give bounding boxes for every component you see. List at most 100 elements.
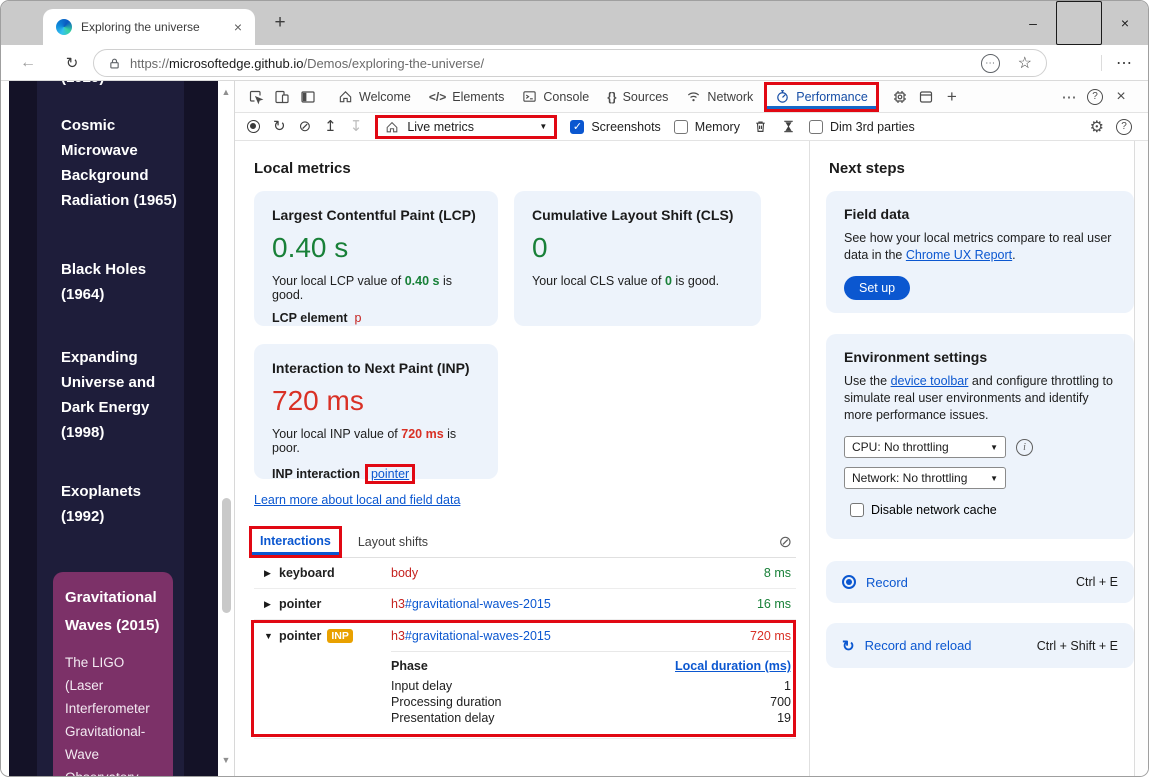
collapse-icon[interactable]: ▼ bbox=[264, 631, 279, 641]
back-button[interactable]: ← bbox=[11, 45, 45, 81]
dim-third-parties-toggle[interactable]: Dim 3rd parties bbox=[809, 120, 915, 134]
toc-item-partial: (1929) bbox=[61, 81, 183, 88]
memory-toggle[interactable]: Memory bbox=[674, 120, 740, 134]
reload-button[interactable]: ↻ bbox=[55, 45, 89, 81]
log-row-pointer[interactable]: ▶ pointer h3#gravitational-waves-2015 16… bbox=[254, 589, 796, 620]
toc-item-exoplanets[interactable]: Exoplanets (1992) bbox=[61, 479, 183, 529]
maximize-button[interactable] bbox=[1056, 1, 1102, 45]
toc-item-cmb[interactable]: Cosmic Microwave Background Radiation (1… bbox=[61, 113, 183, 213]
log-rows: ▶ keyboard body 8 ms ▶ pointer h3#gravit… bbox=[254, 558, 796, 739]
cpu-info-icon[interactable]: i bbox=[1016, 439, 1033, 456]
expand-icon[interactable]: ▶ bbox=[264, 568, 279, 579]
trash-icon[interactable] bbox=[753, 119, 768, 134]
lcp-element-link[interactable]: p bbox=[355, 311, 362, 325]
performance-monitor-icon[interactable] bbox=[887, 84, 913, 110]
tab-welcome[interactable]: Welcome bbox=[329, 81, 420, 113]
disable-cache-checkbox[interactable] bbox=[850, 503, 864, 517]
learn-more-link[interactable]: Learn more about local and field data bbox=[254, 493, 460, 507]
application-panel-icon[interactable] bbox=[913, 84, 939, 110]
tab-performance-label: Performance bbox=[796, 90, 868, 104]
phase-details: Phase Local duration (ms) Input delay1 P… bbox=[254, 651, 796, 739]
live-metrics-label: Live metrics bbox=[407, 120, 474, 134]
chrome-ux-report-link[interactable]: Chrome UX Report bbox=[906, 248, 1012, 262]
disable-cache-toggle[interactable]: Disable network cache bbox=[850, 503, 997, 517]
log-target-link[interactable]: h3#gravitational-waves-2015 bbox=[391, 597, 656, 611]
upload-profile-icon[interactable]: ↥ bbox=[324, 119, 337, 134]
annotation-box-pointer: pointer bbox=[365, 464, 415, 484]
minimize-button[interactable]: – bbox=[1010, 1, 1056, 45]
tab-layout-shifts[interactable]: Layout shifts bbox=[358, 535, 428, 549]
tab-sources[interactable]: {} Sources bbox=[598, 81, 677, 113]
screenshots-checkbox[interactable] bbox=[570, 120, 584, 134]
dock-side-icon[interactable] bbox=[295, 84, 321, 110]
tab-interactions[interactable]: Interactions bbox=[252, 529, 339, 555]
devtools-close-button[interactable]: × bbox=[1108, 84, 1134, 110]
window-close-button[interactable]: × bbox=[1102, 1, 1148, 45]
page-scrollbar-thumb[interactable] bbox=[222, 498, 231, 613]
expand-icon[interactable]: ▶ bbox=[264, 599, 279, 610]
record-and-reload-shortcut: Ctrl + Shift + E bbox=[1037, 639, 1118, 653]
browser-tab[interactable]: Exploring the universe × bbox=[43, 9, 255, 45]
more-tabs-button[interactable]: + bbox=[939, 84, 965, 110]
log-row-keyboard[interactable]: ▶ keyboard body 8 ms bbox=[254, 558, 796, 589]
tab-elements[interactable]: </> Elements bbox=[420, 81, 513, 113]
reload-record-icon[interactable]: ↻ bbox=[273, 119, 286, 134]
url-field[interactable]: https://microsoftedge.github.io/Demos/ex… bbox=[93, 49, 1047, 77]
scrollbar-up-arrow-icon[interactable]: ▲ bbox=[220, 87, 232, 97]
toolbar-help-icon[interactable]: ? bbox=[1116, 119, 1132, 135]
clear-icon[interactable]: ⊘ bbox=[299, 119, 312, 134]
home-icon bbox=[338, 89, 353, 104]
devtools-help-button[interactable]: ? bbox=[1082, 84, 1108, 110]
inp-value: 720 ms bbox=[272, 385, 480, 417]
reload-icon: ↻ bbox=[842, 637, 855, 655]
set-up-button[interactable]: Set up bbox=[844, 276, 910, 300]
device-emulation-icon[interactable] bbox=[269, 84, 295, 110]
chevron-down-icon: ▼ bbox=[990, 474, 998, 483]
local-metrics-heading: Local metrics bbox=[254, 160, 351, 177]
lcp-card: Largest Contentful Paint (LCP) 0.40 s Yo… bbox=[254, 191, 498, 326]
device-toolbar-link[interactable]: device toolbar bbox=[891, 374, 969, 388]
tab-close-icon[interactable]: × bbox=[231, 19, 245, 35]
tab-console[interactable]: Console bbox=[513, 81, 598, 113]
log-target-link[interactable]: h3#gravitational-waves-2015 bbox=[391, 629, 656, 643]
log-type: pointer bbox=[279, 629, 321, 643]
screenshots-toggle[interactable]: Screenshots bbox=[570, 120, 660, 134]
clear-log-icon[interactable]: ⊘ bbox=[779, 532, 792, 552]
log-row-pointer-inp[interactable]: ▼ pointerINP h3#gravitational-waves-2015… bbox=[254, 620, 796, 651]
browser-menu-button[interactable]: ⋯ bbox=[1107, 45, 1141, 81]
environment-settings-card: Environment settings Use the device tool… bbox=[826, 334, 1134, 539]
inp-interaction-link[interactable]: pointer bbox=[371, 467, 409, 481]
tab-network[interactable]: Network bbox=[677, 81, 762, 113]
favorites-star-icon[interactable]: ☆ bbox=[1018, 53, 1032, 73]
cpu-throttling-select[interactable]: CPU: No throttling ▼ bbox=[844, 436, 1006, 458]
local-duration-header-link[interactable]: Local duration (ms) bbox=[675, 659, 791, 673]
settings-gear-icon[interactable]: ⚙ bbox=[1090, 117, 1104, 137]
browser-titlebar: Exploring the universe × + – × bbox=[1, 1, 1148, 45]
tab-elements-label: Elements bbox=[452, 90, 504, 104]
tab-performance[interactable]: Performance bbox=[767, 85, 876, 109]
dim-third-parties-label: Dim 3rd parties bbox=[830, 120, 915, 134]
scrollbar-down-arrow-icon[interactable]: ▼ bbox=[220, 755, 232, 765]
toc-item-black-holes[interactable]: Black Holes (1964) bbox=[61, 257, 183, 307]
page-scrollbar[interactable] bbox=[218, 81, 234, 777]
url-path: /Demos/exploring-the-universe/ bbox=[303, 56, 484, 71]
inspect-element-icon[interactable] bbox=[243, 84, 269, 110]
new-tab-button[interactable]: + bbox=[267, 10, 293, 36]
record-toggle-icon[interactable] bbox=[247, 120, 260, 133]
annotation-box-interactions: Interactions bbox=[249, 526, 342, 558]
toc-item-dark-energy[interactable]: Expanding Universe and Dark Energy (1998… bbox=[61, 345, 183, 445]
toc-active-section-card[interactable]: Gravitational Waves (2015) The LIGO (Las… bbox=[53, 572, 173, 777]
log-target-link[interactable]: body bbox=[391, 566, 418, 580]
devtools-scrollbar-gutter[interactable] bbox=[1134, 141, 1149, 777]
live-metrics-dropdown[interactable]: Live metrics ▼ bbox=[375, 115, 557, 139]
throttle-collapse-icon[interactable] bbox=[781, 119, 796, 134]
site-permissions-icon[interactable]: ⋯ bbox=[981, 54, 1000, 73]
record-and-reload-button[interactable]: ↻ Record and reload Ctrl + Shift + E bbox=[826, 623, 1134, 668]
record-button[interactable]: Record Ctrl + E bbox=[826, 561, 1134, 603]
log-tabs: Interactions Layout shifts ⊘ bbox=[254, 527, 796, 558]
memory-checkbox[interactable] bbox=[674, 120, 688, 134]
network-throttling-select[interactable]: Network: No throttling ▼ bbox=[844, 467, 1006, 489]
devtools-menu-button[interactable]: ⋯ bbox=[1056, 84, 1082, 110]
dim-third-parties-checkbox[interactable] bbox=[809, 120, 823, 134]
sources-icon: {} bbox=[607, 90, 616, 104]
